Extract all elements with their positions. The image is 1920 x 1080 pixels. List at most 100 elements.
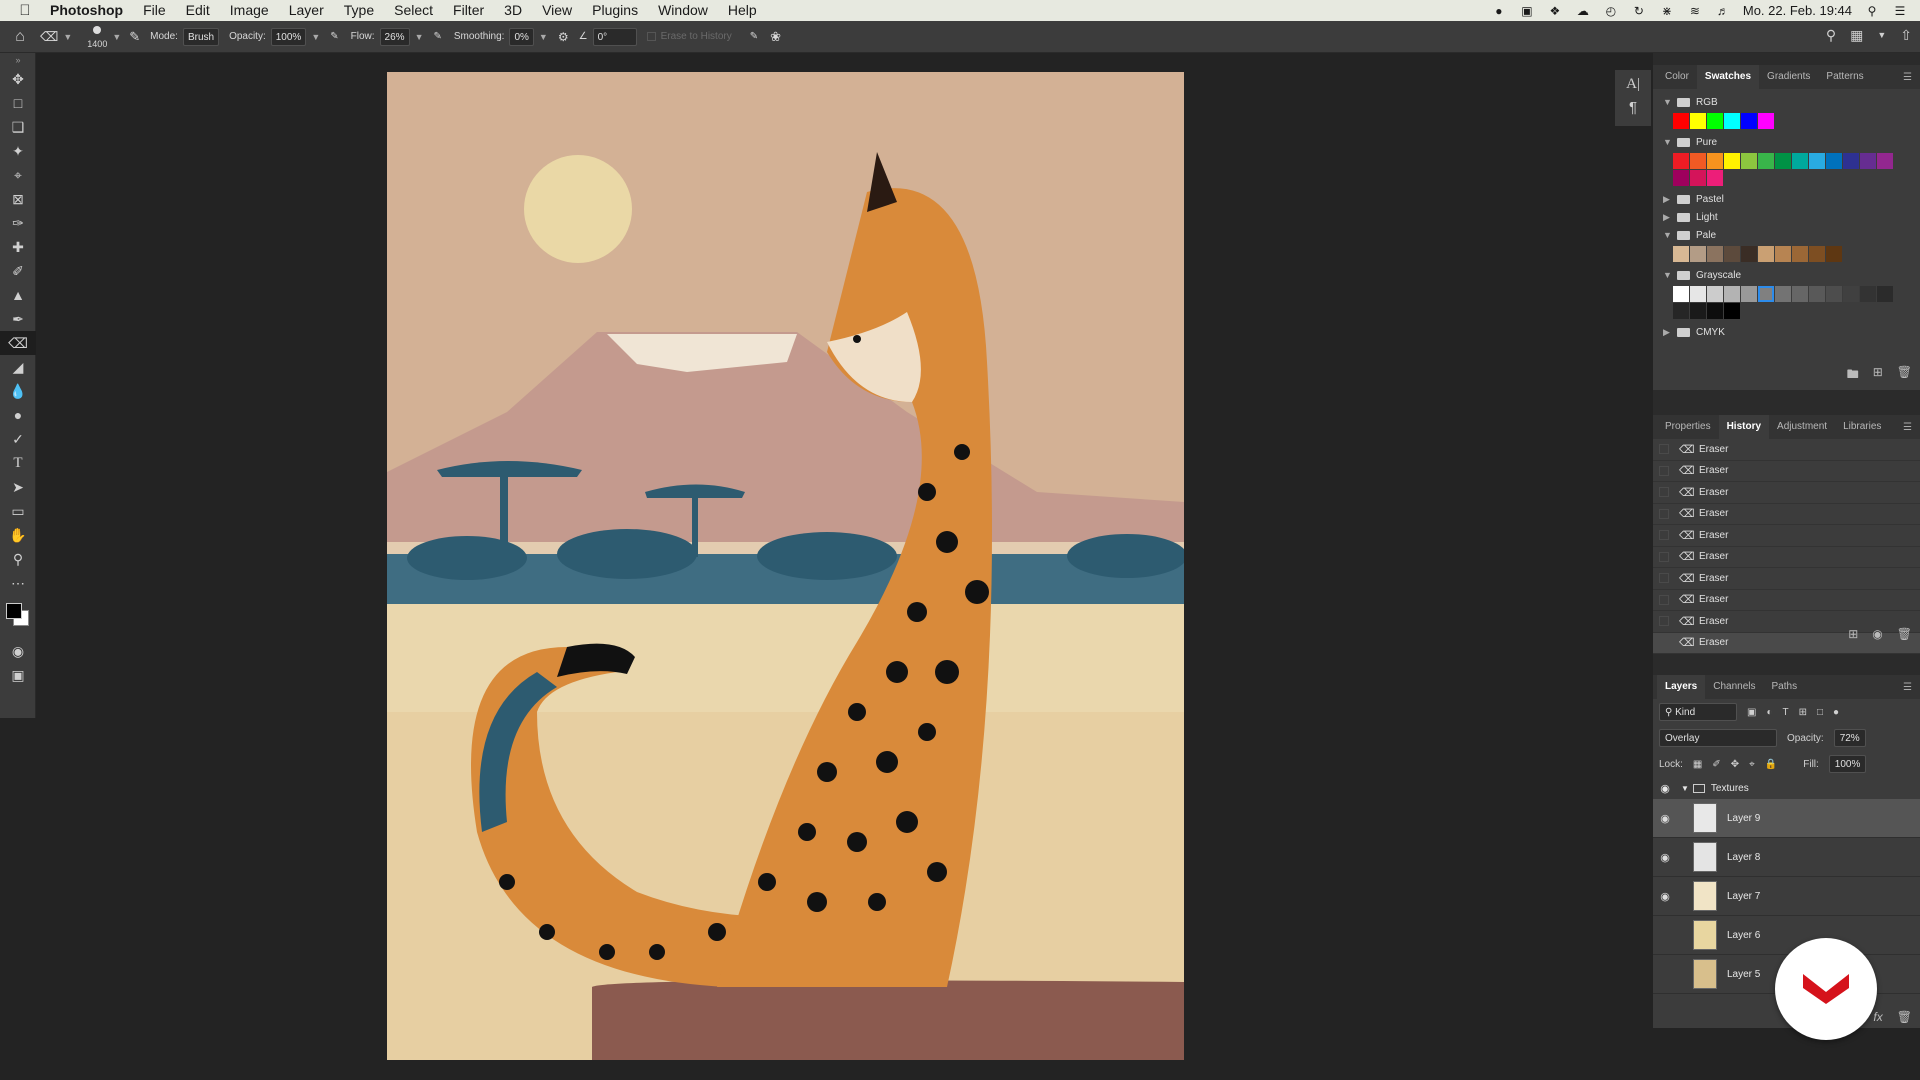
color-swatch[interactable] — [1673, 246, 1689, 262]
chevron-right-icon[interactable]: ▶ — [1663, 327, 1671, 338]
lock-transparent-icon[interactable]: ▦ — [1693, 759, 1702, 770]
volume-icon[interactable]: ♬ — [1715, 4, 1731, 18]
chevron-down-icon[interactable]: ▼ — [112, 32, 121, 42]
lock-image-icon[interactable]: ✐ — [1712, 759, 1720, 770]
history-source-checkbox[interactable] — [1659, 465, 1669, 476]
color-swatch[interactable] — [1673, 113, 1689, 129]
screenshot-icon[interactable]: ◴ — [1603, 4, 1619, 18]
swatch-group-pastel[interactable]: ▶ Pastel — [1653, 190, 1920, 208]
pressure-size-icon[interactable]: ✎ — [750, 31, 758, 42]
chevron-down-icon[interactable]: ▼ — [1663, 137, 1672, 147]
workspace-icon[interactable]: ▦ — [1850, 27, 1863, 44]
tab-swatches[interactable]: Swatches — [1696, 65, 1760, 89]
tab-channels[interactable]: Channels — [1705, 675, 1763, 699]
menu-app-name[interactable]: Photoshop — [50, 0, 133, 21]
screen-icon[interactable]: ▣ — [1519, 4, 1535, 18]
brush-size-picker[interactable]: 1400 — [82, 23, 112, 51]
apple-icon[interactable]:  — [0, 2, 50, 19]
time-machine-icon[interactable]: ↻ — [1631, 4, 1647, 18]
color-swatch[interactable] — [1809, 153, 1825, 169]
wifi-icon[interactable]: ≋ — [1687, 4, 1703, 18]
layer-opacity-field[interactable]: 72% — [1833, 729, 1866, 747]
lasso-tool-icon[interactable]: ❑ — [0, 115, 36, 139]
history-source-checkbox[interactable] — [1659, 530, 1669, 541]
type-tool-icon[interactable]: T — [0, 451, 36, 475]
color-swatch[interactable] — [1690, 286, 1706, 302]
menu-type[interactable]: Type — [334, 0, 384, 21]
chevron-down-icon[interactable]: ▼ — [311, 32, 320, 42]
clock[interactable]: Mo. 22. Feb. 19:44 — [1743, 3, 1852, 18]
color-swatch[interactable] — [1860, 286, 1876, 302]
opacity-field[interactable]: 100% — [270, 27, 307, 46]
history-state[interactable]: ⌫ Eraser — [1653, 590, 1920, 611]
history-state[interactable]: ⌫ Eraser — [1653, 525, 1920, 547]
color-swatch[interactable] — [1758, 246, 1774, 262]
color-swatch[interactable] — [1673, 153, 1689, 169]
history-state[interactable]: ⌫ Eraser — [1653, 461, 1920, 482]
color-swatch[interactable] — [1843, 153, 1859, 169]
swatch-group-rgb[interactable]: ▼ RGB — [1653, 93, 1920, 111]
eyedropper-tool-icon[interactable]: ✑ — [0, 211, 36, 235]
panel-collapse-icon[interactable]: » — [0, 53, 36, 67]
layer-group-row[interactable]: ◉ ▼ Textures — [1653, 777, 1920, 799]
history-state[interactable]: ⌫ Eraser — [1653, 568, 1920, 590]
marquee-tool-icon[interactable]: □ — [0, 91, 36, 115]
color-swatch[interactable] — [1792, 246, 1808, 262]
color-swatch[interactable] — [1724, 246, 1740, 262]
frame-tool-icon[interactable]: ⊠ — [0, 187, 36, 211]
history-source-checkbox[interactable] — [1659, 487, 1669, 498]
history-source-checkbox[interactable] — [1659, 551, 1669, 562]
color-swatch[interactable] — [1792, 153, 1808, 169]
color-swatch[interactable] — [1826, 153, 1842, 169]
history-source-checkbox[interactable] — [1659, 637, 1669, 648]
history-source-checkbox[interactable] — [1659, 616, 1669, 627]
airbrush-icon[interactable]: ✎ — [433, 31, 441, 42]
history-source-checkbox[interactable] — [1659, 508, 1669, 519]
notification-center-icon[interactable]: ☰ — [1892, 4, 1908, 18]
eye-icon[interactable]: ◉ — [1653, 812, 1677, 825]
spotlight-search-icon[interactable]: ⚲ — [1864, 4, 1880, 18]
rectangle-tool-icon[interactable]: ▭ — [0, 499, 36, 523]
tab-adjustment[interactable]: Adjustment — [1769, 415, 1835, 439]
new-group-folder-icon[interactable]: 🖿 — [1847, 365, 1859, 386]
filter-pixel-icon[interactable]: ▣ — [1747, 707, 1756, 718]
layer-row[interactable]: ◉ Layer 9 — [1653, 799, 1920, 838]
color-swatch[interactable] — [1860, 153, 1876, 169]
home-icon[interactable]: ⌂ — [0, 28, 40, 46]
character-panel-icon[interactable]: A| — [1626, 76, 1640, 93]
color-swatch[interactable] — [1775, 246, 1791, 262]
filter-type-icon[interactable]: T — [1783, 707, 1789, 718]
filter-adjustment-icon[interactable]: ◐ — [1766, 707, 1772, 718]
color-swatch[interactable] — [1690, 170, 1706, 186]
magic-wand-tool-icon[interactable]: ✦ — [0, 139, 36, 163]
hand-tool-icon[interactable]: ✋ — [0, 523, 36, 547]
search-icon[interactable]: ⚲ — [1826, 27, 1836, 44]
color-swatch[interactable] — [1843, 286, 1859, 302]
angle-field[interactable]: 0° — [592, 27, 637, 46]
color-swatches[interactable] — [0, 595, 36, 639]
color-swatch[interactable] — [1741, 153, 1757, 169]
color-swatch[interactable] — [1758, 113, 1774, 129]
mode-select[interactable]: Brush — [182, 27, 220, 46]
menu-3d[interactable]: 3D — [494, 0, 532, 21]
tab-color[interactable]: Color — [1657, 65, 1697, 89]
document-canvas-area[interactable] — [36, 53, 1653, 1080]
crop-tool-icon[interactable]: ⌖ — [0, 163, 36, 187]
zoom-tool-icon[interactable]: ⚲ — [0, 547, 36, 571]
panel-menu-icon[interactable]: ☰ — [1903, 682, 1920, 693]
history-brush-tool-icon[interactable]: ✒ — [0, 307, 36, 331]
layer-style-fx-icon[interactable]: fx — [1873, 1010, 1882, 1024]
more-tools-icon[interactable]: ⋯ — [0, 571, 36, 595]
chevron-down-icon[interactable]: ▼ — [415, 32, 424, 42]
color-swatch[interactable] — [1673, 303, 1689, 319]
pen-tool-icon[interactable]: ✓ — [0, 427, 36, 451]
layer-row[interactable]: ◉ Layer 7 — [1653, 877, 1920, 916]
color-swatch[interactable] — [1826, 246, 1842, 262]
menu-image[interactable]: Image — [220, 0, 279, 21]
layer-fill-field[interactable]: 100% — [1828, 755, 1867, 773]
eye-icon[interactable]: ◉ — [1653, 851, 1677, 864]
chevron-down-icon[interactable]: ▼ — [1877, 27, 1886, 44]
smoothing-field[interactable]: 0% — [509, 27, 534, 46]
chevron-down-icon[interactable]: ▼ — [63, 32, 72, 42]
swatch-group-pure[interactable]: ▼ Pure — [1653, 133, 1920, 151]
